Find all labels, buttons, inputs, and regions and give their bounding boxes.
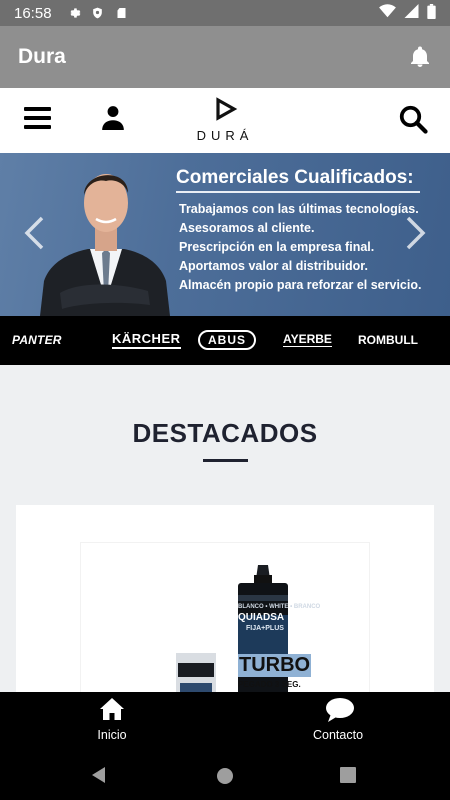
bottom-navigation: Inicio Contacto	[0, 692, 450, 752]
nav-label: Inicio	[97, 728, 127, 742]
brand-abus[interactable]: ABUS	[198, 330, 257, 350]
product-name: TURBO	[238, 654, 312, 677]
banner-line: Trabajamos con las últimas tecnologías.	[179, 202, 419, 216]
brands-strip: PANTER KÄRCHER ABUS AYERBE ROMBULL	[0, 316, 450, 365]
status-time: 16:58	[14, 4, 52, 22]
sd-card-icon	[114, 5, 130, 21]
brand-panter[interactable]: PANTER	[12, 333, 62, 347]
app-bar: Dura	[0, 26, 450, 88]
hamburger-menu-icon[interactable]	[24, 106, 51, 130]
product-brand: QUIADSA	[238, 612, 285, 623]
banner-line: Aportamos valor al distribuidor.	[179, 259, 368, 273]
logo-text: DURÁ	[197, 128, 254, 143]
shield-icon	[90, 5, 106, 21]
status-bar: 16:58	[0, 0, 450, 26]
banner-heading: Comerciales Cualificados:	[176, 167, 414, 188]
gear-icon	[66, 5, 82, 21]
chevron-right-icon[interactable]	[404, 215, 428, 251]
brand-ayerbe[interactable]: AYERBE	[283, 332, 332, 347]
user-icon[interactable]	[100, 104, 126, 130]
bell-icon[interactable]	[408, 45, 432, 69]
site-header: DURÁ	[0, 88, 450, 153]
product-colors: BLANCO • WHITE • BRANCO	[238, 604, 321, 610]
dura-logo[interactable]: DURÁ	[190, 96, 260, 146]
status-right	[379, 3, 436, 23]
banner-text: Trabajamos con las últimas tecnologías. …	[179, 200, 421, 295]
app-screen: 16:58 Dura DURÁ Comerciales Cualificados…	[0, 0, 450, 800]
banner-line: Almacén propio para reforzar el servicio…	[179, 278, 422, 292]
battery-icon	[427, 3, 436, 23]
banner-divider	[176, 191, 420, 193]
chevron-left-icon[interactable]	[22, 215, 46, 251]
featured-title: DESTACADOS	[132, 418, 318, 448]
featured-underline	[203, 459, 248, 462]
search-icon[interactable]	[398, 104, 428, 134]
banner-line: Asesoramos al cliente.	[179, 221, 315, 235]
hero-banner[interactable]: Comerciales Cualificados: Trabajamos con…	[0, 153, 450, 316]
back-icon[interactable]	[89, 765, 111, 787]
recents-icon[interactable]	[338, 765, 360, 787]
app-title: Dura	[18, 45, 66, 68]
brand-karcher[interactable]: KÄRCHER	[112, 331, 181, 349]
system-navigation-bar	[0, 752, 450, 800]
home-icon	[100, 698, 124, 722]
nav-contacto[interactable]: Contacto	[278, 692, 398, 752]
banner-line: Prescripción en la empresa final.	[179, 240, 375, 254]
chat-bubble-icon	[326, 698, 354, 722]
wifi-icon	[379, 4, 396, 22]
salesman-photo	[40, 174, 170, 316]
signal-icon	[404, 4, 419, 22]
product-line: FIJA+PLUS	[246, 625, 284, 632]
brand-rombull[interactable]: ROMBULL	[358, 333, 418, 347]
nav-label: Contacto	[312, 728, 364, 742]
nav-inicio[interactable]: Inicio	[52, 692, 172, 752]
product-subtitle: PEGADO 3 SEG.	[238, 680, 301, 689]
home-circle-icon[interactable]	[214, 765, 236, 787]
